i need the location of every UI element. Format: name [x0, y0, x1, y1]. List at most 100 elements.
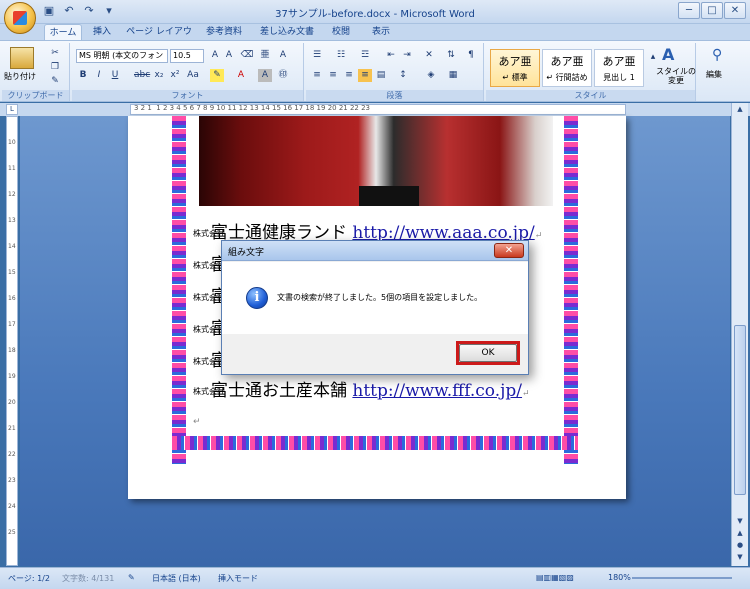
info-dialog: 組み文字 ✕ i 文書の検索が終了しました。5個の項目を設定しました。 OK — [221, 240, 529, 375]
clear-format-icon[interactable]: ⌫ — [240, 49, 254, 62]
doc-line[interactable]: 株式会社富士通お土産本舗 http://www.fff.co.jp/↵ — [193, 376, 530, 401]
scroll-up-icon[interactable]: ▲ — [734, 105, 746, 116]
ruler-tick: 14 — [8, 243, 16, 250]
char-shading-icon[interactable]: A — [258, 69, 272, 82]
strikethrough-icon[interactable]: abc — [134, 69, 150, 82]
ruler-tick: 19 — [8, 373, 16, 380]
insert-mode[interactable]: 挿入モード — [218, 573, 258, 584]
select-browse-icon[interactable]: ● — [734, 541, 746, 552]
enclose-char-icon[interactable]: ㊞ — [276, 69, 290, 82]
change-styles-button[interactable]: スタイルの変更 — [656, 67, 696, 85]
font-size-field[interactable]: 10.5 — [170, 49, 204, 63]
zoom-slider[interactable] — [632, 577, 732, 579]
tab-insert[interactable]: 挿入 — [86, 24, 118, 40]
highlight-icon[interactable]: ✎ — [210, 69, 224, 82]
underline-icon[interactable]: U — [108, 69, 122, 82]
maximize-button[interactable]: □ — [701, 2, 723, 19]
document-image[interactable] — [199, 116, 553, 206]
subscript-icon[interactable]: x₂ — [152, 69, 166, 82]
grow-font-icon[interactable]: A — [208, 49, 222, 62]
ruler-tick: 16 — [8, 295, 16, 302]
dialog-message: 文書の検索が終了しました。5個の項目を設定しました。 — [277, 293, 483, 302]
phonetic-guide-icon[interactable]: 亜 — [258, 49, 272, 62]
style-no-spacing[interactable]: あア亜 ↵ 行間詰め — [542, 49, 592, 87]
paste-icon[interactable] — [10, 47, 34, 69]
justify-icon[interactable]: ≡ — [358, 69, 372, 82]
kabushiki-kaisha: 株式会社 — [193, 261, 225, 270]
style-name: ↵ 標準 — [502, 73, 528, 82]
style-heading-1[interactable]: あア亜 見出し 1 — [594, 49, 644, 87]
kabushiki-kaisha: 株式会社 — [193, 387, 225, 396]
style-sample: あア亜 — [602, 55, 636, 68]
proofing-icon[interactable]: ✎ — [128, 573, 135, 582]
next-page-icon[interactable]: ▼ — [734, 553, 746, 564]
style-normal[interactable]: あア亜 ↵ 標準 — [490, 49, 540, 87]
close-button[interactable]: ✕ — [724, 2, 746, 19]
bold-icon[interactable]: B — [76, 69, 90, 82]
align-left-icon[interactable]: ≡ — [310, 69, 324, 82]
find-icon[interactable]: ⚲ — [712, 47, 722, 63]
page-indicator[interactable]: ページ: 1/2 — [8, 573, 50, 584]
show-marks-icon[interactable]: ¶ — [464, 49, 478, 62]
prev-page-icon[interactable]: ▲ — [734, 529, 746, 540]
font-color-icon[interactable]: A — [234, 69, 248, 82]
tab-view[interactable]: 表示 — [366, 24, 396, 40]
scroll-down-icon[interactable]: ▼ — [734, 517, 746, 528]
decrease-indent-icon[interactable]: ⇤ — [384, 49, 398, 62]
change-styles-icon[interactable]: A — [662, 45, 674, 64]
dialog-title-bar: 組み文字 ✕ — [222, 241, 528, 261]
tab-home[interactable]: ホーム — [44, 24, 82, 40]
font-name-field[interactable]: MS 明朝 (本文のフォン — [76, 49, 168, 63]
align-center-icon[interactable]: ≡ — [326, 69, 340, 82]
multilevel-icon[interactable]: ☲ — [358, 49, 372, 62]
increase-indent-icon[interactable]: ⇥ — [400, 49, 414, 62]
change-case-icon[interactable]: Aa — [186, 69, 200, 82]
styles-scroll-icon[interactable]: ▴ — [646, 51, 660, 64]
format-painter-icon[interactable]: ✎ — [48, 75, 62, 88]
kabushiki-kaisha: 株式会社 — [193, 229, 225, 238]
window-title: 37サンプル-before.docx - Microsoft Word — [275, 9, 475, 20]
ok-button[interactable]: OK — [459, 344, 517, 362]
align-right-icon[interactable]: ≡ — [342, 69, 356, 82]
word-count[interactable]: 文字数: 4/131 — [62, 573, 114, 584]
vertical-ruler[interactable]: 10 11 12 13 14 15 16 17 18 19 20 21 22 2… — [6, 116, 18, 566]
office-button[interactable] — [4, 2, 36, 34]
tab-mailings[interactable]: 差し込み文書 — [256, 24, 318, 40]
clipboard-group: 貼り付け ✂ ❐ ✎ クリップボード — [2, 43, 70, 101]
sort-icon[interactable]: ⇅ — [444, 49, 458, 62]
scroll-thumb[interactable] — [734, 325, 746, 495]
view-buttons-icon[interactable]: ▤▥▦▧▨ — [536, 573, 574, 582]
vertical-scrollbar[interactable]: ▲ ▼ ▲ ● ▼ — [731, 103, 748, 566]
numbering-icon[interactable]: ☷ — [334, 49, 348, 62]
char-border-icon[interactable]: A — [276, 49, 290, 62]
tab-selector-icon[interactable]: L — [6, 104, 18, 115]
horizontal-ruler[interactable]: L 3 2 1 1 2 3 4 5 6 7 8 9 10 11 12 13 14… — [0, 103, 750, 116]
minimize-button[interactable]: ─ — [678, 2, 700, 19]
superscript-icon[interactable]: x² — [168, 69, 182, 82]
cut-icon[interactable]: ✂ — [48, 47, 62, 60]
ruler-tick: 24 — [8, 503, 16, 510]
language-indicator[interactable]: 日本語 (日本) — [152, 573, 201, 584]
distribute-icon[interactable]: ▤ — [374, 69, 388, 82]
bullets-icon[interactable]: ☰ — [310, 49, 324, 62]
copy-icon[interactable]: ❐ — [48, 61, 62, 74]
ribbon: 貼り付け ✂ ❐ ✎ クリップボード MS 明朝 (本文のフォン 10.5 A … — [0, 40, 750, 102]
shading-icon[interactable]: ◈ — [424, 69, 438, 82]
edit-button[interactable]: 編集 — [706, 69, 722, 80]
asian-layout-icon[interactable]: ✕ — [422, 49, 436, 62]
title-bar: ▣ ↶ ↷ ▾ 37サンプル-before.docx - Microsoft W… — [0, 0, 750, 24]
shrink-font-icon[interactable]: A — [222, 49, 236, 62]
tab-references[interactable]: 参考資料 — [200, 24, 248, 40]
line-spacing-icon[interactable]: ↕ — [396, 69, 410, 82]
ruler-tick: 22 — [8, 451, 16, 458]
paragraph-mark: ↵ — [534, 231, 543, 241]
paste-button[interactable]: 貼り付け — [4, 71, 36, 82]
tab-review[interactable]: 校閲 — [326, 24, 356, 40]
tab-page-layout[interactable]: ページ レイアウト — [124, 24, 194, 53]
dialog-close-button[interactable]: ✕ — [494, 243, 524, 258]
ruler-tick: 20 — [8, 399, 16, 406]
borders-icon[interactable]: ▦ — [446, 69, 460, 82]
zoom-level[interactable]: 180% — [608, 573, 631, 582]
italic-icon[interactable]: I — [92, 69, 106, 82]
company-url[interactable]: http://www.fff.co.jp/ — [352, 381, 522, 401]
